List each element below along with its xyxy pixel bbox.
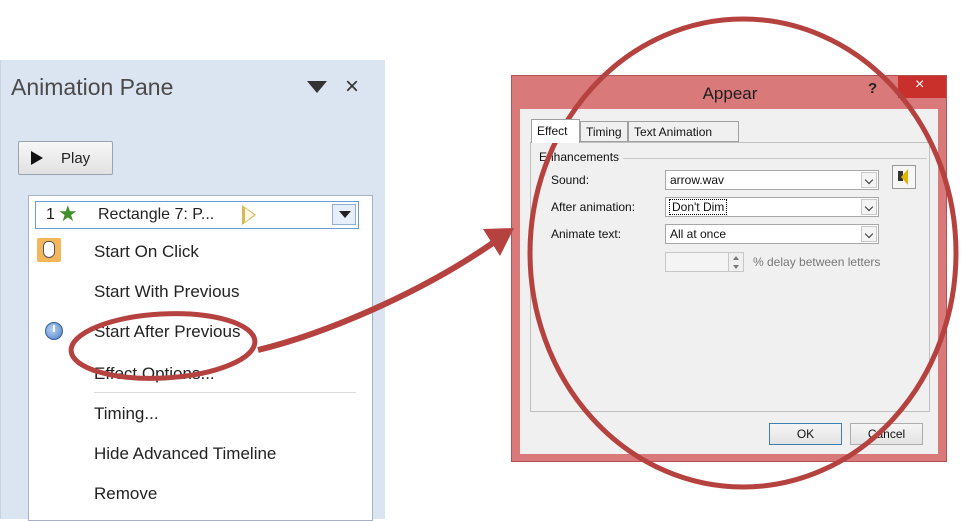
entrance-star-icon: ★ [58, 201, 78, 226]
chevron-down-icon [864, 229, 874, 239]
tab-effect[interactable]: Effect [531, 119, 580, 143]
menu-item-start-on-click[interactable]: Start On Click [34, 232, 358, 272]
animate-text-label: Animate text: [551, 227, 622, 241]
animate-text-value: All at once [670, 227, 727, 241]
play-label: Play [61, 150, 91, 167]
timeline-marker-fill [245, 208, 254, 222]
close-button[interactable]: × [898, 76, 946, 98]
pane-options-icon[interactable] [307, 81, 327, 93]
chevron-down-icon [339, 211, 351, 218]
chevron-down-icon [864, 175, 874, 185]
appear-dialog: Appear ? × Effect Timing Text Animation … [511, 75, 947, 462]
dialog-title: Appear [702, 84, 758, 103]
menu-item-start-with-previous[interactable]: Start With Previous [34, 272, 358, 312]
sound-value: arrow.wav [670, 173, 725, 187]
spin-up-icon [733, 256, 739, 260]
animation-pane: Animation Pane × Play 1 ★ Rectangle 7: P… [0, 60, 385, 521]
menu-item-timing[interactable]: Timing... [34, 394, 358, 434]
delay-label: % delay between letters [753, 255, 881, 269]
animate-text-select[interactable]: All at once [665, 224, 879, 244]
menu-item-effect-options[interactable]: Effect Options... [34, 354, 358, 394]
menu-item-label: Start On Click [94, 242, 199, 261]
menu-item-label: Start After Previous [94, 322, 241, 341]
item-label: Rectangle 7: P... [98, 206, 215, 223]
pane-title: Animation Pane [11, 74, 174, 100]
menu-item-label: Hide Advanced Timeline [94, 444, 277, 463]
tab-timing[interactable]: Timing [580, 121, 628, 142]
sound-volume-button[interactable] [892, 165, 916, 189]
menu-item-start-after-previous[interactable]: Start After Previous [34, 312, 358, 352]
menu-item-label: Remove [94, 484, 158, 503]
context-menu: Start On Click Start With Previous Start… [34, 232, 358, 514]
after-animation-select[interactable]: Don't Dim [665, 197, 879, 217]
dialog-body: Effect Timing Text Animation Enhancement… [520, 109, 938, 454]
mouse-icon [43, 241, 55, 258]
play-button[interactable]: Play [18, 141, 113, 175]
menu-item-hide-advanced-timeline[interactable]: Hide Advanced Timeline [34, 434, 358, 474]
effect-tab-panel: Enhancements Sound: arrow.wav After anim… [530, 142, 930, 412]
arrow-head-icon [483, 228, 514, 256]
chevron-down-icon [864, 202, 874, 212]
pane-close-icon[interactable]: × [345, 75, 359, 99]
item-number: 1 [46, 206, 55, 223]
after-animation-label: After animation: [551, 200, 636, 214]
section-label: Enhancements [539, 150, 624, 164]
item-dropdown-button[interactable] [332, 204, 356, 225]
menu-item-label: Start With Previous [94, 282, 240, 301]
menu-item-label: Timing... [94, 404, 159, 423]
animation-item[interactable]: 1 ★ Rectangle 7: P... [35, 201, 359, 229]
sound-select[interactable]: arrow.wav [665, 170, 879, 190]
speaker-cone-icon [901, 169, 908, 185]
clock-hand [53, 325, 55, 332]
spin-down-icon [733, 265, 739, 269]
ok-button[interactable]: OK [769, 423, 842, 445]
sound-label: Sound: [551, 173, 590, 187]
cancel-button[interactable]: Cancel [850, 423, 923, 445]
close-icon: × [915, 76, 925, 93]
delay-spinner[interactable] [728, 252, 744, 272]
tab-text-animation[interactable]: Text Animation [628, 121, 739, 142]
menu-item-remove[interactable]: Remove [34, 474, 358, 514]
play-icon [31, 151, 43, 165]
after-animation-value: Don't Dim [668, 199, 728, 215]
after-animation-dropdown-button[interactable] [861, 199, 877, 215]
mouse-click-icon [37, 238, 61, 262]
sound-dropdown-button[interactable] [861, 172, 877, 188]
help-button[interactable]: ? [868, 80, 877, 97]
menu-item-label: Effect Options... [94, 364, 215, 383]
animate-text-dropdown-button[interactable] [861, 226, 877, 242]
delay-input[interactable] [665, 252, 729, 272]
